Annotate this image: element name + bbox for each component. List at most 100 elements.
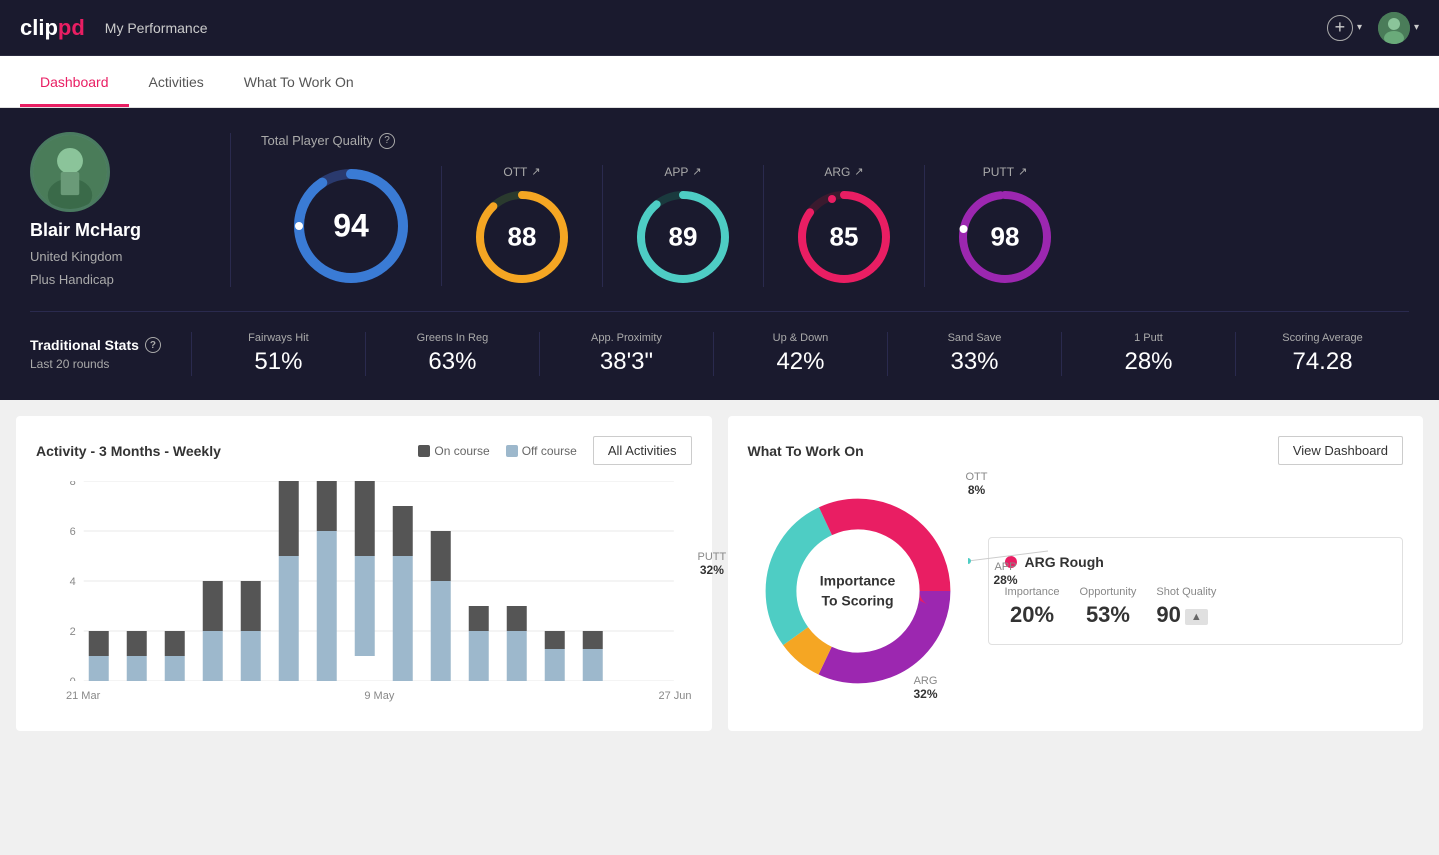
stat-app-value: 38'3" bbox=[550, 348, 703, 376]
stat-scoring-value: 74.28 bbox=[1246, 348, 1399, 376]
chart-legend: On course Off course bbox=[418, 444, 577, 458]
avatar-chevron-icon: ▾ bbox=[1414, 22, 1419, 33]
off-course-dot bbox=[506, 445, 518, 457]
tab-dashboard[interactable]: Dashboard bbox=[20, 56, 129, 107]
avatar-button[interactable]: ▾ bbox=[1378, 12, 1419, 44]
stat-app-label: App. Proximity bbox=[550, 332, 703, 344]
arg-value: 85 bbox=[830, 221, 859, 252]
arg-opportunity-value: 53% bbox=[1080, 602, 1137, 628]
app-arrow-icon: ↗ bbox=[692, 165, 701, 178]
player-info: Blair McHarg United Kingdom Plus Handica… bbox=[30, 132, 230, 287]
x-label-1: 21 Mar bbox=[66, 690, 100, 702]
player-avatar bbox=[30, 132, 110, 212]
ott-donut-label: OTT 8% bbox=[966, 471, 988, 497]
quality-section: Total Player Quality ? 94 bbox=[230, 133, 1409, 287]
trad-stats-subtitle: Last 20 rounds bbox=[30, 357, 161, 371]
arg-importance-metric: Importance 20% bbox=[1005, 586, 1060, 628]
arg-opportunity-label: Opportunity bbox=[1080, 586, 1137, 598]
arg-sq-badge: ▲ bbox=[1185, 609, 1208, 625]
stat-putt-label: 1 Putt bbox=[1072, 332, 1225, 344]
stat-putt-value: 28% bbox=[1072, 348, 1225, 376]
player-country: United Kingdom bbox=[30, 249, 123, 264]
svg-text:0: 0 bbox=[70, 676, 76, 681]
all-activities-button[interactable]: All Activities bbox=[593, 436, 692, 465]
ott-label: OTT ↗ bbox=[503, 165, 540, 179]
quality-help-icon[interactable]: ? bbox=[379, 133, 395, 149]
main-quality-ring: 94 bbox=[261, 166, 442, 286]
stat-sand-label: Sand Save bbox=[898, 332, 1051, 344]
traditional-stats-row: Traditional Stats ? Last 20 rounds Fairw… bbox=[30, 311, 1409, 376]
player-handicap: Plus Handicap bbox=[30, 272, 114, 287]
putt-label: PUTT ↗ bbox=[983, 165, 1028, 179]
ott-ring: OTT ↗ 88 bbox=[442, 165, 603, 287]
arg-rough-title: ARG Rough bbox=[1005, 554, 1387, 570]
header-title: My Performance bbox=[105, 20, 1327, 36]
arg-metrics-row: Importance 20% Opportunity 53% Shot Qual… bbox=[1005, 586, 1387, 628]
svg-text:4: 4 bbox=[70, 576, 76, 588]
app-value: 89 bbox=[669, 221, 698, 252]
trad-stats-title: Traditional Stats ? bbox=[30, 337, 161, 353]
stat-scoring-average: Scoring Average 74.28 bbox=[1235, 332, 1409, 376]
main-ring-value: 94 bbox=[333, 207, 369, 244]
arg-sq-value: 90 bbox=[1156, 602, 1180, 628]
putt-arrow-icon: ↗ bbox=[1018, 165, 1027, 178]
stat-greens-label: Greens In Reg bbox=[376, 332, 529, 344]
putt-value: 98 bbox=[991, 221, 1020, 252]
x-label-3: 27 Jun bbox=[658, 690, 691, 702]
rings-row: 94 OTT ↗ 88 bbox=[261, 165, 1409, 287]
activity-header: Activity - 3 Months - Weekly On course O… bbox=[36, 436, 692, 465]
svg-text:2: 2 bbox=[70, 626, 76, 638]
donut-container: ImportanceTo Scoring bbox=[748, 481, 968, 701]
arg-arrow-icon: ↗ bbox=[854, 165, 863, 178]
app-ring-container: 89 bbox=[633, 187, 733, 287]
stat-fairways-hit: Fairways Hit 51% bbox=[191, 332, 365, 376]
header-actions: + ▾ ▾ bbox=[1327, 12, 1419, 44]
arg-sq-label: Shot Quality bbox=[1156, 586, 1216, 598]
hero-section: Blair McHarg United Kingdom Plus Handica… bbox=[0, 108, 1439, 400]
logo-pd: pd bbox=[58, 15, 85, 40]
wtwo-title: What To Work On bbox=[748, 443, 864, 459]
stat-fairways-value: 51% bbox=[202, 348, 355, 376]
putt-ring: PUTT ↗ 98 bbox=[925, 165, 1085, 287]
tab-what-to-work-on[interactable]: What To Work On bbox=[224, 56, 374, 107]
bottom-panels: Activity - 3 Months - Weekly On course O… bbox=[0, 400, 1439, 747]
avatar bbox=[1378, 12, 1410, 44]
arg-importance-label: Importance bbox=[1005, 586, 1060, 598]
arg-ring-container: 85 bbox=[794, 187, 894, 287]
connector-line-svg bbox=[968, 541, 1048, 581]
stat-ud-label: Up & Down bbox=[724, 332, 877, 344]
putt-ring-container: 98 bbox=[955, 187, 1055, 287]
chart-x-labels: 21 Mar 9 May 27 Jun bbox=[36, 686, 692, 702]
stat-scoring-label: Scoring Average bbox=[1246, 332, 1399, 344]
putt-donut-label: PUTT 32% bbox=[698, 551, 727, 577]
view-dashboard-button[interactable]: View Dashboard bbox=[1278, 436, 1403, 465]
chevron-down-icon: ▾ bbox=[1357, 22, 1362, 33]
player-name: Blair McHarg bbox=[30, 220, 141, 241]
tab-activities[interactable]: Activities bbox=[129, 56, 224, 107]
app-label: APP ↗ bbox=[664, 165, 701, 179]
arg-importance-value: 20% bbox=[1005, 602, 1060, 628]
stat-sand-save: Sand Save 33% bbox=[887, 332, 1061, 376]
arg-opportunity-metric: Opportunity 53% bbox=[1080, 586, 1137, 628]
svg-text:6: 6 bbox=[70, 526, 76, 538]
wtwo-header: What To Work On View Dashboard bbox=[748, 436, 1404, 465]
ott-value: 88 bbox=[508, 221, 537, 252]
main-ring-container: 94 bbox=[291, 166, 411, 286]
logo: clippd bbox=[20, 15, 85, 41]
stat-greens-value: 63% bbox=[376, 348, 529, 376]
logo-text: clippd bbox=[20, 15, 85, 41]
arg-donut-label: ARG 32% bbox=[913, 675, 937, 701]
wtwo-content: ImportanceTo Scoring OTT 8% APP 28% ARG … bbox=[748, 481, 1404, 701]
add-button[interactable]: + ▾ bbox=[1327, 15, 1362, 41]
legend-on-course: On course bbox=[418, 444, 489, 458]
arg-ring: ARG ↗ 85 bbox=[764, 165, 925, 287]
on-course-dot bbox=[418, 445, 430, 457]
stat-fairways-label: Fairways Hit bbox=[202, 332, 355, 344]
logo-clip: clip bbox=[20, 15, 58, 40]
donut-center-label: ImportanceTo Scoring bbox=[820, 571, 895, 610]
player-stats-row: Blair McHarg United Kingdom Plus Handica… bbox=[30, 132, 1409, 287]
player-image bbox=[33, 132, 107, 212]
trad-stats-label: Traditional Stats ? Last 20 rounds bbox=[30, 337, 191, 371]
trad-stats-help-icon[interactable]: ? bbox=[145, 337, 161, 353]
activity-title: Activity - 3 Months - Weekly bbox=[36, 443, 221, 459]
